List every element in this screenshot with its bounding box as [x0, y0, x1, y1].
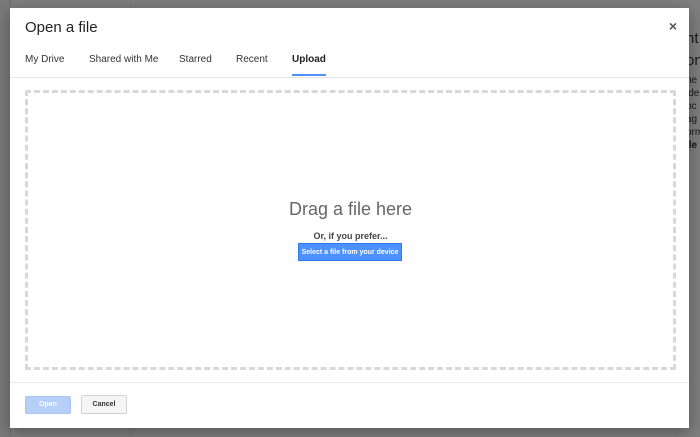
tab-label: Starred	[179, 54, 212, 65]
tab-label: Recent	[236, 54, 268, 65]
select-file-button[interactable]: Select a file from your device	[298, 243, 402, 261]
active-tab-indicator	[292, 74, 326, 76]
tab-bar: My Drive Shared with Me Starred Recent U…	[10, 48, 689, 78]
tab-upload[interactable]: Upload	[292, 54, 326, 76]
tab-my-drive[interactable]: My Drive	[25, 54, 64, 76]
drop-zone-subtitle: Or, if you prefer...	[313, 231, 388, 241]
tab-label: My Drive	[25, 54, 65, 65]
cancel-button[interactable]: Cancel	[81, 395, 127, 414]
tab-label: Shared with Me	[89, 54, 159, 65]
file-drop-zone[interactable]: Drag a file here Or, if you prefer... Se…	[25, 90, 676, 370]
dialog-title: Open a file	[25, 19, 98, 36]
open-file-dialog: Open a file × My Drive Shared with Me St…	[10, 8, 689, 428]
close-icon: ×	[668, 18, 678, 34]
tab-recent[interactable]: Recent	[236, 54, 268, 76]
footer-divider	[10, 382, 689, 383]
tab-starred[interactable]: Starred	[179, 54, 212, 76]
drop-zone-title: Drag a file here	[288, 199, 413, 219]
open-button[interactable]: Open	[25, 396, 71, 414]
close-button[interactable]: ×	[666, 19, 680, 33]
tab-shared-with-me[interactable]: Shared with Me	[89, 54, 158, 76]
tab-label: Upload	[292, 54, 326, 65]
